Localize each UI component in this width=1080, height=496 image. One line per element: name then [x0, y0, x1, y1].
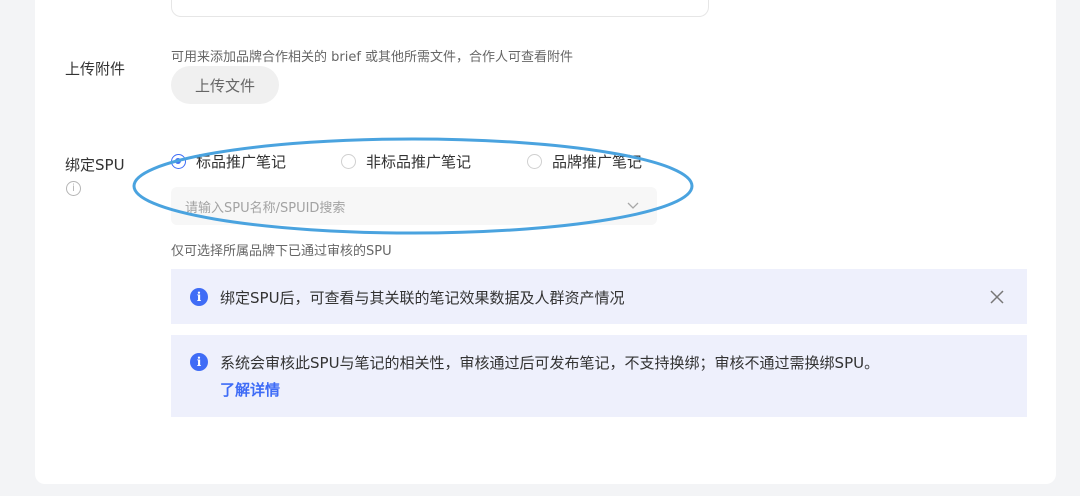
bind-spu-label: 绑定SPU [65, 156, 125, 174]
radio-label: 标品推广笔记 [196, 153, 287, 171]
radio-brand-promotion-note[interactable]: 品牌推广笔记 [527, 151, 642, 172]
spu-search-select[interactable]: 请输入SPU名称/SPUID搜索 [171, 187, 657, 225]
radio-label: 非标品推广笔记 [366, 153, 472, 171]
radio-standard-product-note[interactable]: 标品推广笔记 [171, 151, 286, 172]
radio-unchecked-icon [341, 154, 356, 169]
upload-file-button[interactable]: 上传文件 [171, 66, 279, 104]
notice-banner: i 系统会审核此SPU与笔记的相关性，审核通过后可发布笔记，不支持换绑；审核不通… [171, 335, 1027, 417]
info-circle-icon[interactable]: i [66, 181, 81, 196]
close-icon[interactable] [989, 289, 1005, 305]
notice-banner: i 绑定SPU后，可查看与其关联的笔记效果数据及人群资产情况 [171, 269, 1027, 324]
spu-search-placeholder: 请输入SPU名称/SPUID搜索 [185, 200, 346, 216]
chevron-down-icon [627, 202, 639, 209]
upload-hint: 可用来添加品牌合作相关的 brief 或其他所需文件，合作人可查看附件 [171, 50, 574, 65]
radio-checked-icon [171, 154, 186, 169]
notice-text: 绑定SPU后，可查看与其关联的笔记效果数据及人群资产情况 [220, 289, 625, 307]
info-icon: i [190, 353, 208, 371]
upload-attachment-label: 上传附件 [65, 60, 126, 78]
notice-text: 系统会审核此SPU与笔记的相关性，审核通过后可发布笔记，不支持换绑；审核不通过需… [220, 354, 880, 372]
radio-nonstandard-product-note[interactable]: 非标品推广笔记 [341, 151, 471, 172]
info-icon: i [190, 288, 208, 306]
radio-label: 品牌推广笔记 [552, 153, 643, 171]
learn-more-link[interactable]: 了解详情 [220, 379, 280, 400]
text-input-above[interactable] [171, 0, 709, 17]
radio-unchecked-icon [527, 154, 542, 169]
spu-note: 仅可选择所属品牌下已通过审核的SPU [171, 244, 392, 259]
